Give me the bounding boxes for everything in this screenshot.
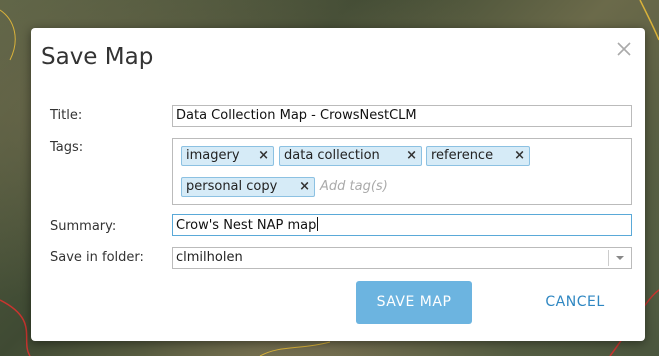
text-cursor	[317, 217, 319, 231]
tags-label: Tags:	[50, 140, 84, 155]
tag-remove-icon[interactable]: ×	[514, 148, 525, 163]
tag-label: data collection	[284, 148, 380, 163]
tag-label: reference	[431, 148, 494, 163]
title-label: Title:	[50, 108, 83, 123]
title-input[interactable]: Data Collection Map - CrowsNestCLM	[172, 105, 632, 127]
add-tag-placeholder[interactable]: Add tag(s)	[320, 179, 388, 194]
tag-chip: personal copy ×	[181, 177, 315, 197]
folder-select[interactable]: clmilholen	[172, 247, 632, 269]
summary-input[interactable]: Crow's Nest NAP map	[172, 214, 632, 236]
tag-remove-icon[interactable]: ×	[299, 179, 310, 194]
tag-chip: data collection ×	[279, 146, 422, 166]
tag-remove-icon[interactable]: ×	[258, 148, 269, 163]
tag-chip: reference ×	[426, 146, 530, 166]
close-icon[interactable]	[615, 40, 633, 58]
summary-value: Crow's Nest NAP map	[176, 218, 317, 233]
summary-label: Summary:	[50, 219, 117, 234]
select-divider	[608, 250, 609, 266]
save-map-button[interactable]: SAVE MAP	[356, 281, 472, 324]
folder-value: clmilholen	[176, 250, 243, 265]
chevron-down-icon	[616, 256, 624, 260]
tag-label: imagery	[186, 148, 240, 163]
dialog-title: Save Map	[41, 44, 154, 70]
folder-label: Save in folder:	[50, 250, 144, 265]
tag-remove-icon[interactable]: ×	[406, 148, 417, 163]
tag-label: personal copy	[186, 179, 278, 194]
cancel-button[interactable]: CANCEL	[525, 281, 625, 324]
save-map-dialog: Save Map Title: Data Collection Map - Cr…	[31, 28, 645, 341]
tags-input[interactable]: imagery × data collection × reference × …	[172, 138, 632, 205]
tag-chip: imagery ×	[181, 146, 274, 166]
